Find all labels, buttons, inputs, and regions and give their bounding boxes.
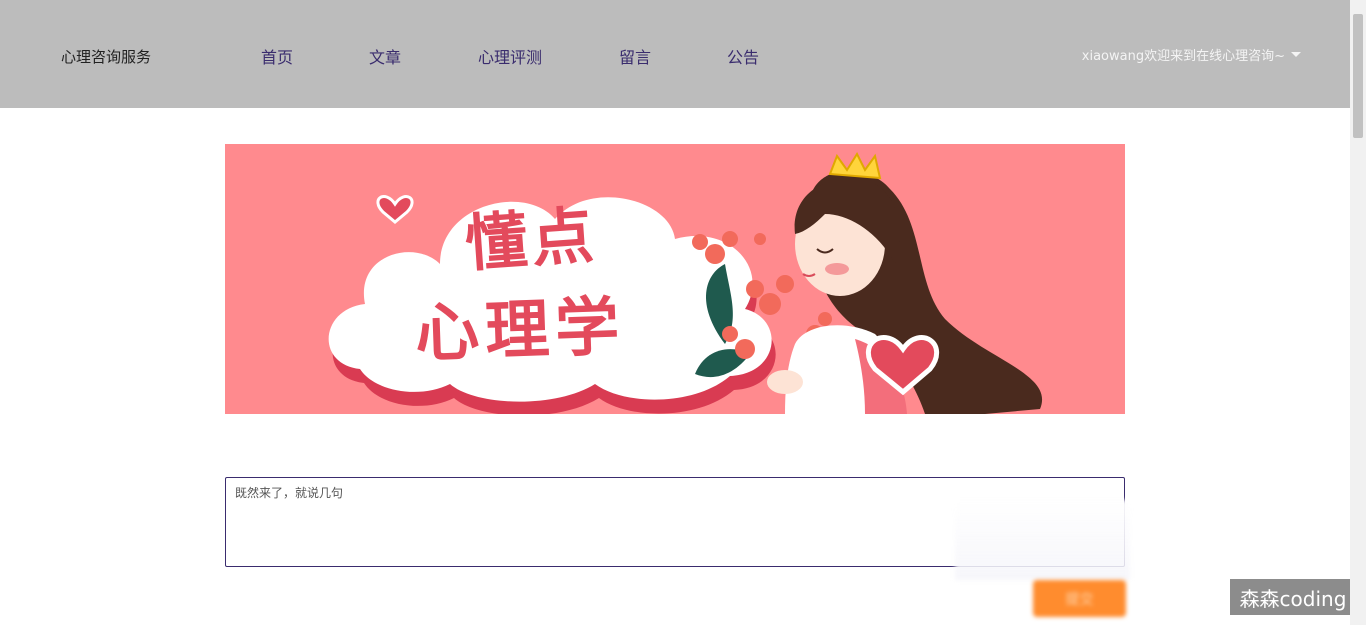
banner-illustration [328, 151, 1043, 414]
user-menu[interactable]: xiaowang欢迎来到在线心理咨询~ [1082, 45, 1301, 64]
site-brand[interactable]: 心理咨询服务 [61, 46, 151, 67]
user-greeting: xiaowang欢迎来到在线心理咨询~ [1081, 49, 1285, 64]
nav-item-announcements[interactable]: 公告 [727, 44, 759, 68]
nav-item-articles[interactable]: 文章 [369, 44, 401, 68]
blurred-overlay [955, 500, 1130, 580]
nav-item-home[interactable]: 首页 [261, 44, 293, 68]
banner-title-line1: 懂点 [462, 198, 600, 281]
top-navbar: 心理咨询服务 首页 文章 心理评测 留言 公告 xiaowang欢迎来到在线心理… [0, 0, 1350, 108]
watermark: 森森coding [1230, 579, 1356, 615]
nav-item-psych-test[interactable]: 心理评测 [478, 44, 542, 68]
chevron-down-icon [1291, 52, 1301, 57]
banner-title-line2: 心理学 [413, 290, 627, 372]
nav-item-messages[interactable]: 留言 [619, 44, 651, 68]
scrollbar-thumb[interactable] [1353, 14, 1363, 138]
submit-button[interactable]: 提交 [1033, 580, 1126, 617]
hero-banner: 懂点 心理学 [225, 144, 1125, 414]
page-scrollbar[interactable] [1350, 0, 1366, 625]
